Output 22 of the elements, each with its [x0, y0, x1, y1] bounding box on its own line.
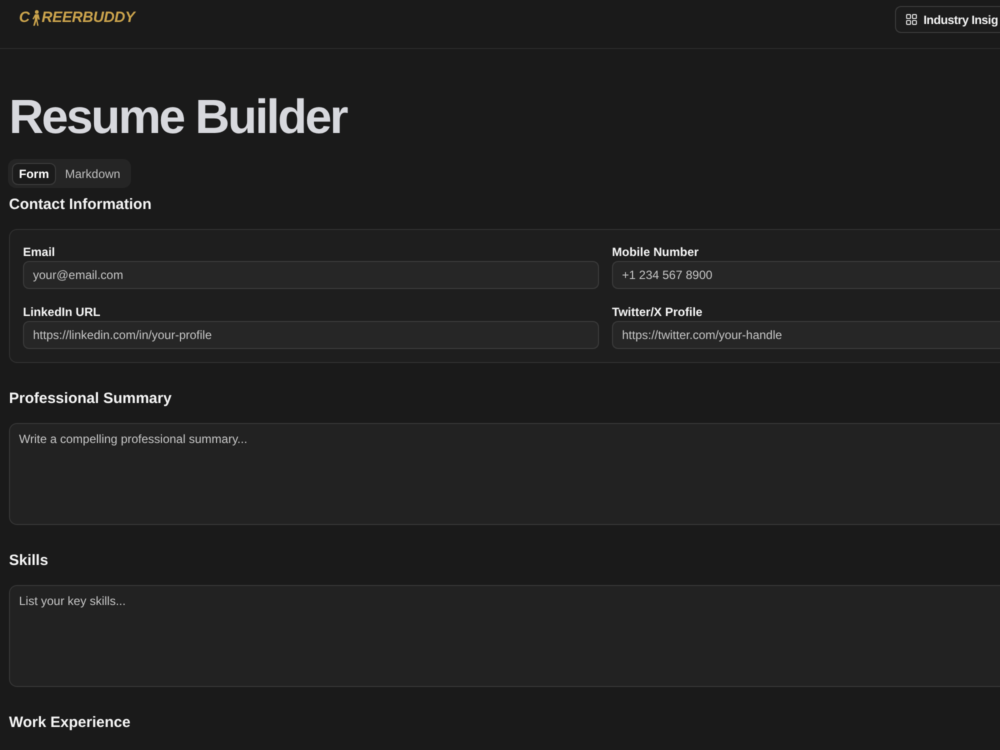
section-heading: Work Experience — [9, 713, 130, 733]
text-area[interactable]: Write a compelling professional summary... — [9, 423, 1000, 525]
field-label: Twitter/X Profile — [612, 304, 702, 320]
tab[interactable]: Markdown — [58, 162, 128, 184]
person-figure-icon — [32, 10, 41, 26]
input-field[interactable]: +1 234 567 8900 — [612, 261, 1000, 289]
input-field[interactable]: https://twitter.com/your-handle — [612, 321, 1000, 349]
field-label: Email — [23, 244, 56, 260]
industry-insights-button[interactable]: Industry Insig — [894, 6, 1000, 33]
section-heading: Skills — [9, 551, 48, 571]
tab[interactable]: Form — [12, 162, 56, 184]
page-title: Resume Builder — [9, 90, 346, 146]
logo-text: REERBUDDY — [42, 9, 135, 27]
input-field[interactable]: your@email.com — [23, 261, 599, 289]
logo-text: C — [19, 9, 30, 27]
grid-icon — [906, 14, 917, 25]
section-heading: Professional Summary — [9, 389, 172, 409]
field-label: Mobile Number — [612, 244, 699, 260]
input-field[interactable]: https://linkedin.com/in/your-profile — [23, 321, 599, 349]
section-heading: Contact Information — [9, 195, 152, 215]
text-area[interactable]: List your key skills... — [9, 585, 1000, 687]
field-label: LinkedIn URL — [23, 304, 100, 320]
